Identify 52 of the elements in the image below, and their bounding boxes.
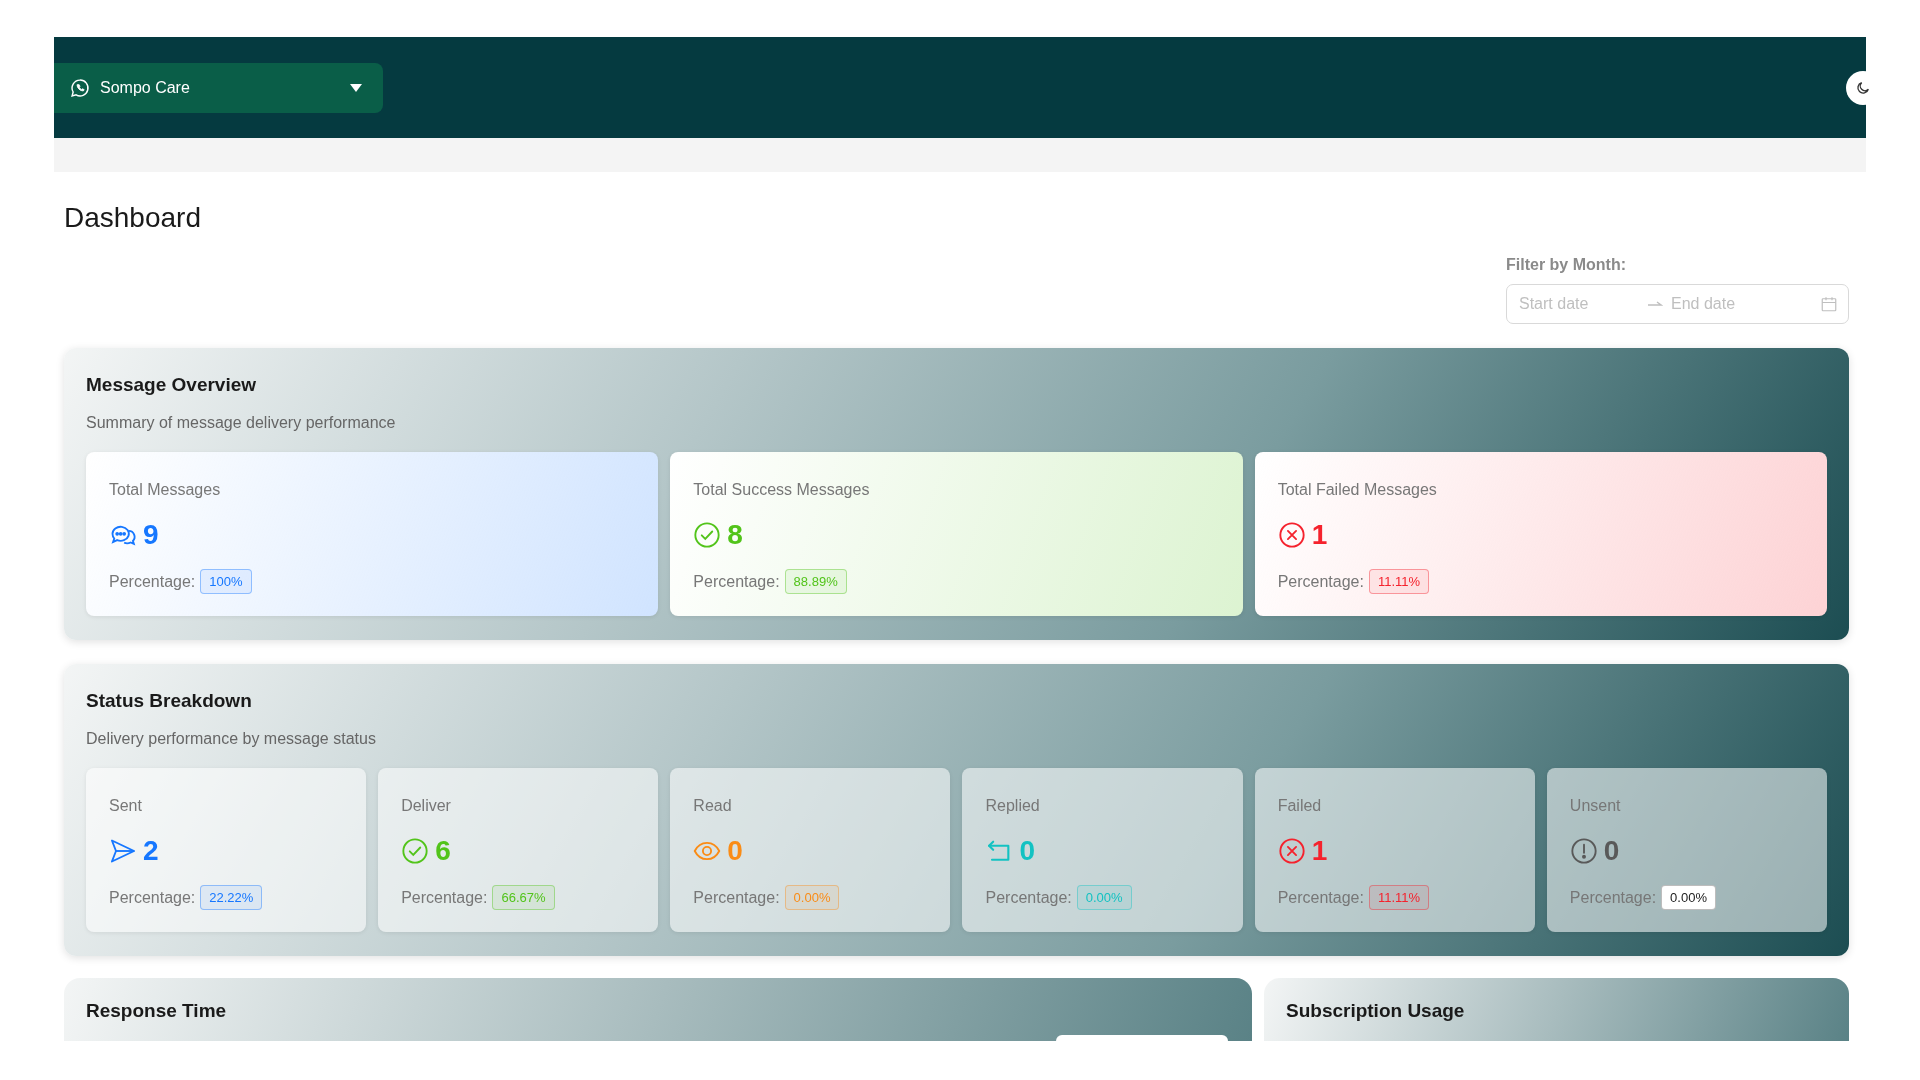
stat-label: Failed <box>1277 797 1323 815</box>
stat-label: Unsent <box>1569 797 1622 815</box>
end-date-input[interactable]: End date <box>1669 294 1793 314</box>
percentage-badge: 0.00% <box>1661 885 1716 910</box>
panel-subtitle: Summary of message delivery performance <box>86 414 397 432</box>
stat-label: Read <box>693 797 733 815</box>
percentage-label: Percentage: <box>401 888 488 907</box>
workspace-selector[interactable]: Sompo Care <box>54 62 383 113</box>
stat-value: 2 <box>143 835 159 867</box>
percentage-label: Percentage: <box>985 888 1072 907</box>
dropdown-field[interactable] <box>1056 1035 1228 1041</box>
stat-value: 8 <box>727 519 743 551</box>
percentage-badge: 88.89% <box>784 569 847 594</box>
percentage-label: Percentage: <box>109 888 196 907</box>
caret-icon <box>349 82 363 93</box>
percentage-badge: 22.22% <box>200 885 263 910</box>
calendar-icon <box>1820 295 1838 313</box>
panel-title: Status Breakdown <box>86 690 253 712</box>
page-title: Dashboard <box>64 202 202 234</box>
stat-label: Deliver <box>401 797 452 815</box>
percentage-label: Percentage: <box>693 572 780 591</box>
stat-label: Sent <box>109 797 143 815</box>
stat-value: 6 <box>435 835 451 867</box>
stat-label: Total Success Messages <box>693 481 871 499</box>
percentage-badge: 11.11% <box>1368 885 1430 910</box>
stat-label: Replied <box>985 797 1041 815</box>
panel-subtitle: Delivery performance by message status <box>86 730 377 748</box>
percentage-label: Percentage: <box>109 572 196 591</box>
percentage-badge: 0.00% <box>1076 885 1132 910</box>
stat-value: 0 <box>1603 835 1620 867</box>
moon-icon <box>1855 79 1871 96</box>
stat-label: Total Failed Messages <box>1277 481 1438 499</box>
start-date-input[interactable]: Start date <box>1517 294 1641 314</box>
stat-value: 1 <box>1311 835 1328 867</box>
stat-value: 9 <box>143 519 159 551</box>
percentage-label: Percentage: <box>1569 888 1657 907</box>
stat-value: 0 <box>727 835 743 867</box>
percentage-label: Percentage: <box>693 888 780 907</box>
stat-value: 0 <box>1019 835 1036 867</box>
stat-value: 1 <box>1311 519 1328 551</box>
percentage-badge: 66.67% <box>492 885 555 910</box>
percentage-badge: 11.11% <box>1368 569 1430 594</box>
whatsapp-icon <box>70 77 90 98</box>
stat-label: Total Messages <box>109 481 222 499</box>
panel-title: Message Overview <box>86 374 258 396</box>
percentage-label: Percentage: <box>1277 888 1364 907</box>
panel-title: Response Time <box>86 1000 228 1022</box>
percentage-badge: 0.00% <box>784 885 840 910</box>
percentage-label: Percentage: <box>1277 572 1364 591</box>
panel-title: Subscription Usage <box>1286 1000 1466 1022</box>
percentage-badge: 100% <box>200 569 252 594</box>
filter-label: Filter by Month: <box>1506 256 1626 274</box>
